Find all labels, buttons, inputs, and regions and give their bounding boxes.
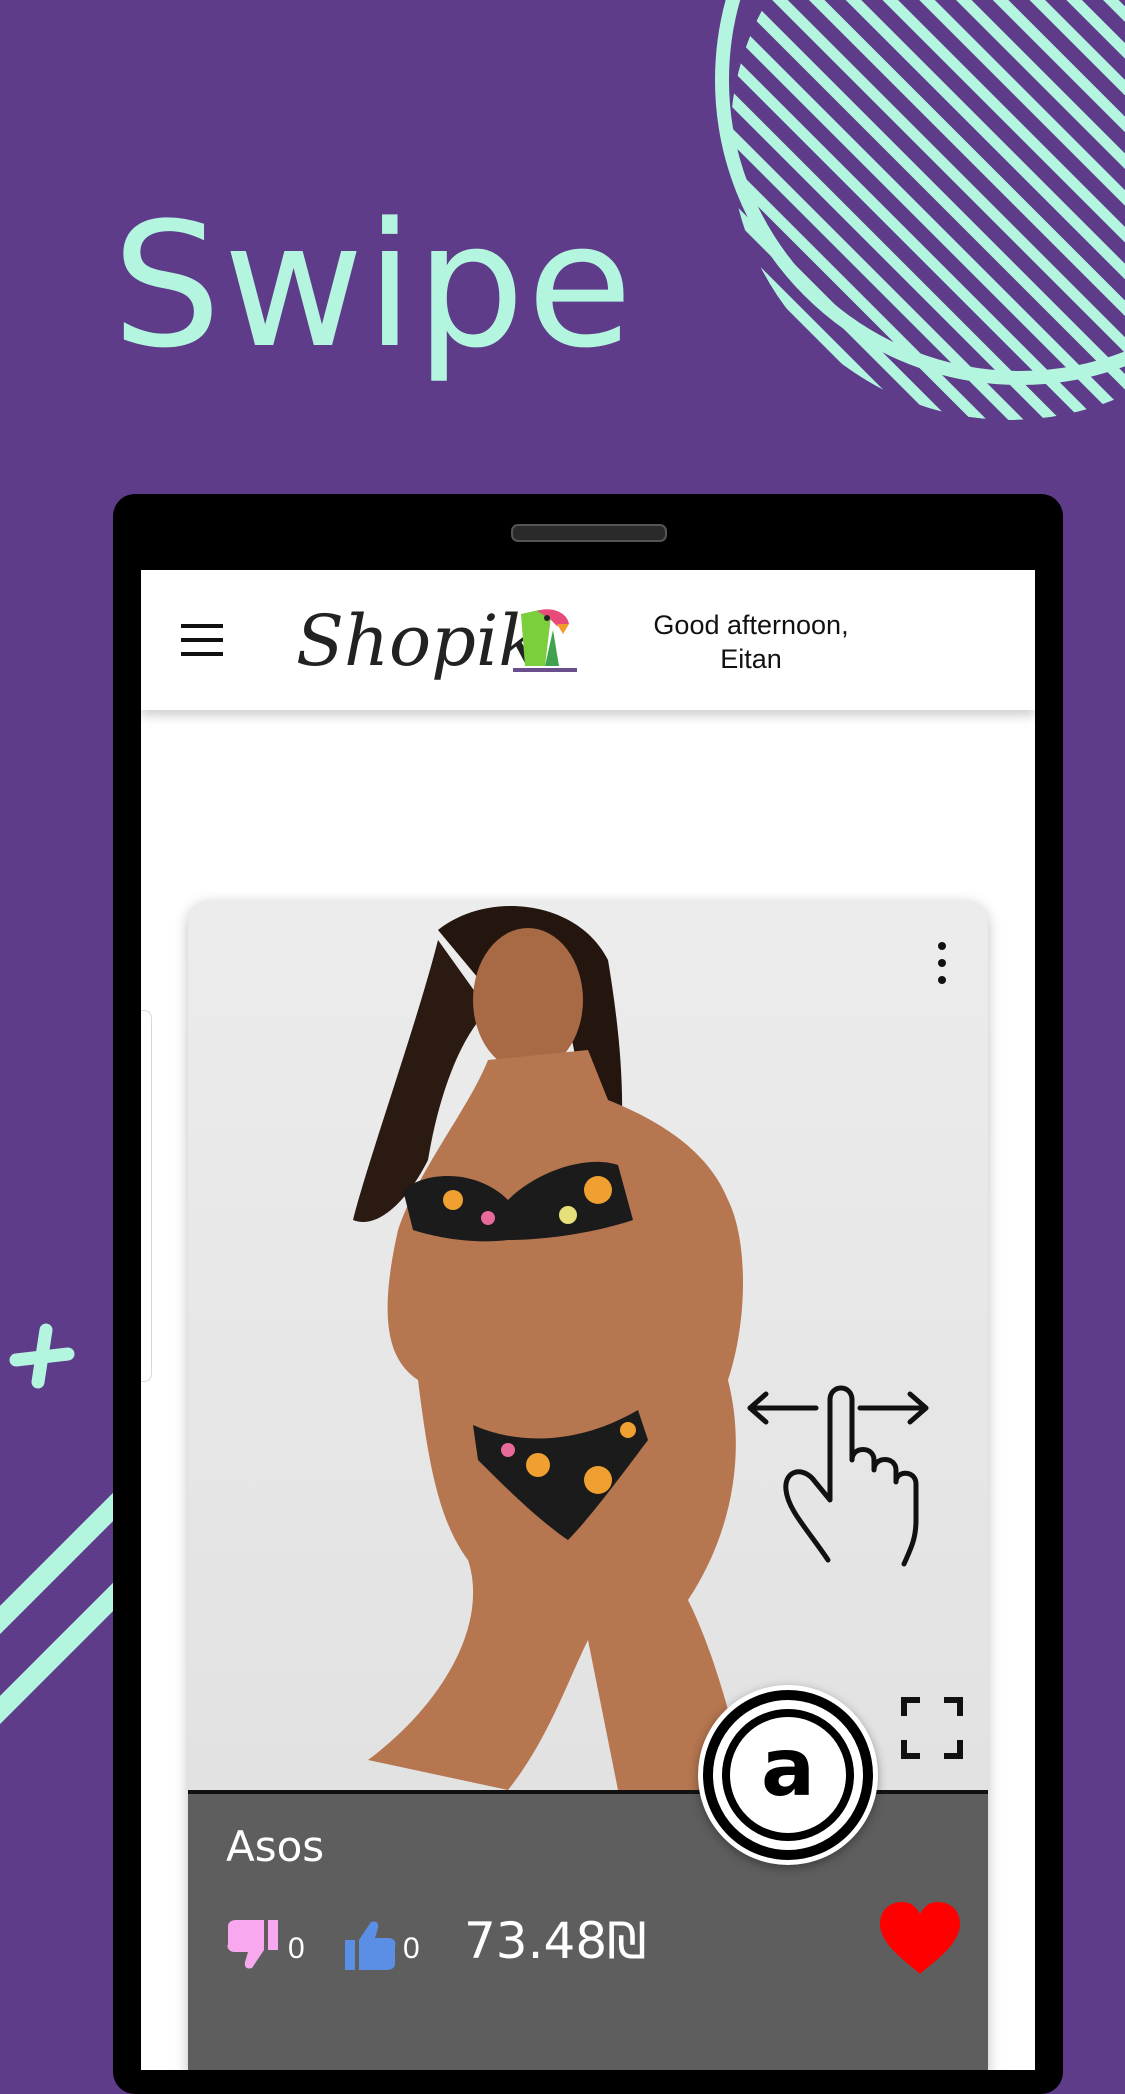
- product-card[interactable]: Asos 0 0 73.48₪: [188, 900, 988, 2070]
- swipe-hand-gesture-icon: [747, 1385, 929, 1567]
- like-count: 0: [403, 1932, 420, 1965]
- hamburger-menu-icon[interactable]: [181, 624, 223, 656]
- kebab-menu-icon[interactable]: [928, 940, 954, 986]
- thumbs-down-icon[interactable]: [226, 1920, 280, 1970]
- previous-card-edge: [141, 1010, 152, 1382]
- product-brand: Asos: [226, 1822, 325, 1871]
- heart-icon[interactable]: [878, 1900, 962, 1976]
- phone-speaker: [511, 524, 667, 542]
- product-price: 73.48₪: [464, 1912, 647, 1970]
- greeting-text: Good afternoon, Eitan: [611, 608, 891, 676]
- model-illustration: [353, 906, 929, 1790]
- product-image[interactable]: [188, 900, 988, 1790]
- phone-frame: Shopik Good afternoon, Eitan Asos 0 0 73…: [113, 494, 1063, 2094]
- app-bar: Shopik Good afternoon, Eitan: [141, 570, 1035, 710]
- plus-decoration: [9, 1323, 75, 1389]
- thumbs-up-icon[interactable]: [343, 1920, 397, 1970]
- store-badge-letter: a: [761, 1721, 815, 1814]
- app-screen: Shopik Good afternoon, Eitan Asos 0 0 73…: [141, 570, 1035, 2070]
- headline-title: Swipe: [112, 185, 635, 386]
- fullscreen-expand-icon[interactable]: [900, 1696, 964, 1760]
- asos-logo-icon[interactable]: a: [698, 1685, 878, 1865]
- app-logo-text: Shopik: [296, 600, 541, 682]
- greeting-line-1: Good afternoon,: [653, 610, 849, 640]
- parrot-logo-icon: [513, 609, 577, 672]
- greeting-user-name: Eitan: [720, 644, 782, 674]
- dislike-count: 0: [288, 1932, 305, 1965]
